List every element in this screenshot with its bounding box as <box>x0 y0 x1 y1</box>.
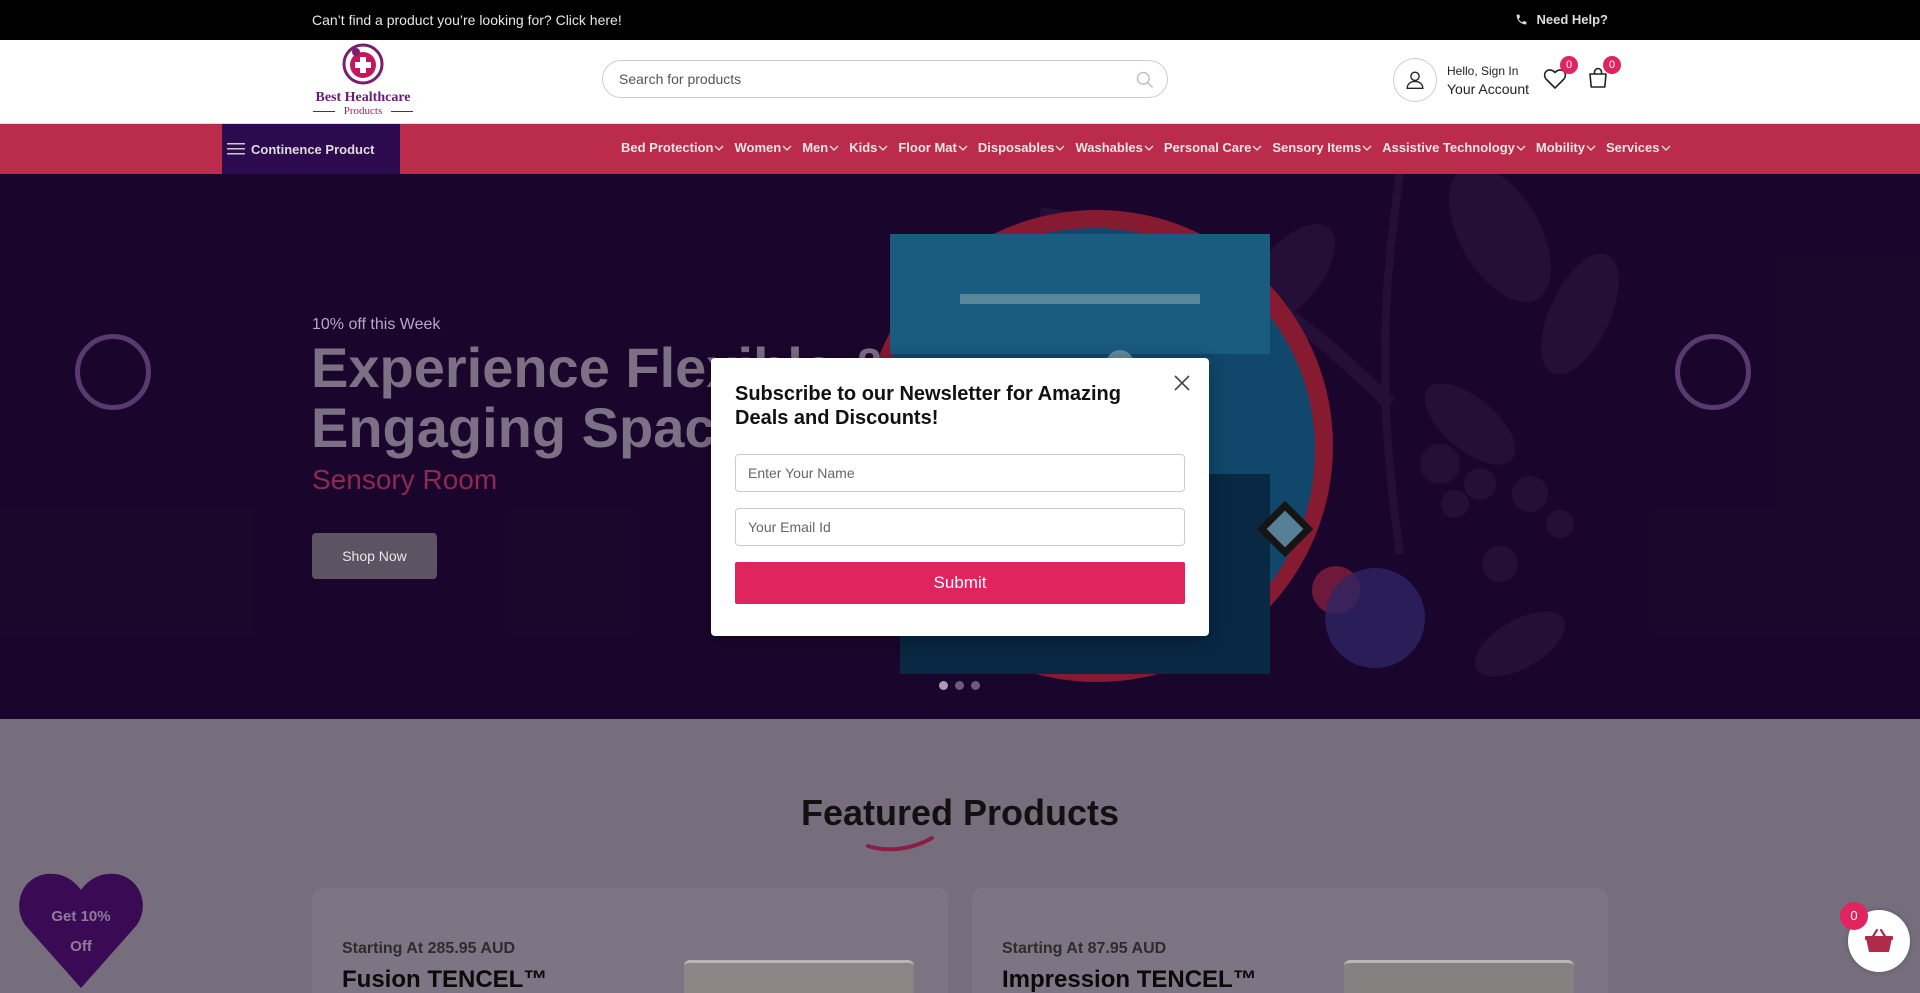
need-help-link[interactable]: Need Help? <box>1515 12 1608 27</box>
phone-icon <box>1517 14 1527 25</box>
title-underline-swoosh <box>866 836 934 852</box>
nav-item[interactable]: Assistive Technology <box>1382 140 1526 155</box>
main-nav: Continence Product Bed Protection Women Me… <box>0 124 1920 174</box>
nav-item-label: Washables <box>1075 140 1143 155</box>
nav-item-label: Women <box>734 140 782 155</box>
discount-line2: Off <box>70 938 92 955</box>
name-input[interactable] <box>735 454 1185 492</box>
logo-subtext: Products <box>311 105 415 117</box>
chevron-down-icon <box>958 145 968 151</box>
account-label: Your Account <box>1447 80 1529 97</box>
nav-item-label: Floor Mat <box>898 140 957 155</box>
nav-item-label: Services <box>1606 140 1660 155</box>
logo-text: Best Healthcare <box>315 90 411 105</box>
user-icon <box>1406 71 1424 89</box>
logo-mark-icon <box>342 43 384 85</box>
close-icon <box>1174 375 1190 391</box>
nav-item-label: Sensory Items <box>1272 140 1362 155</box>
prev-slide-button[interactable] <box>75 334 151 410</box>
product-price: Starting At 285.95 AUD <box>342 940 516 957</box>
top-bar-message-link[interactable]: Can’t find a product you’re looking for?… <box>312 12 622 28</box>
site-logo[interactable]: Best Healthcare Products <box>311 42 415 120</box>
chevron-down-icon <box>1144 145 1154 151</box>
product-card[interactable]: Starting At 285.95 AUD Fusion TENCEL™ <box>312 888 948 993</box>
chevron-down-icon <box>782 145 792 151</box>
search-icon[interactable] <box>1135 70 1155 90</box>
newsletter-modal: Subscribe to our Newsletter for Amazing … <box>711 358 1209 636</box>
shop-now-button[interactable]: Shop Now <box>312 533 437 579</box>
product-card[interactable]: Starting At 87.95 AUD Impression TENCEL™ <box>972 888 1608 993</box>
nav-item[interactable]: Bed Protection <box>621 140 724 155</box>
nav-item[interactable]: Women <box>734 140 792 155</box>
wishlist-count-badge: 0 <box>1560 56 1578 74</box>
nav-item-label: Men <box>802 140 829 155</box>
search-input[interactable] <box>619 71 1099 87</box>
product-price: Starting At 87.95 AUD <box>1002 940 1167 957</box>
nav-item-label: Disposables <box>977 140 1055 155</box>
nav-item-label: Mobility <box>1535 140 1585 155</box>
slider-dot[interactable] <box>971 681 980 690</box>
floating-cart-count: 0 <box>1840 902 1868 930</box>
user-avatar <box>1393 58 1437 102</box>
discount-text: Get 10% Off <box>18 902 144 962</box>
product-image <box>684 960 914 993</box>
chevron-down-icon <box>1661 145 1670 151</box>
site-header: Best Healthcare Products Hello, Sign In … <box>0 40 1920 124</box>
account-text: Hello, Sign In Your Account <box>1447 64 1529 97</box>
cart-count-badge: 0 <box>1603 56 1621 74</box>
top-bar: Can’t find a product you’re looking for?… <box>0 0 1920 40</box>
nav-item-label: Bed Protection <box>621 140 714 155</box>
modal-title: Subscribe to our Newsletter for Amazing … <box>735 383 1121 429</box>
nav-item[interactable]: Disposables <box>978 140 1066 155</box>
chevron-down-icon <box>1252 145 1262 151</box>
chevron-down-icon <box>1586 145 1596 151</box>
chevron-down-icon <box>715 145 724 151</box>
featured-products-title: Featured Products <box>800 792 1120 833</box>
nav-item[interactable]: Men <box>802 140 839 155</box>
cart-button[interactable]: 0 <box>1586 56 1621 95</box>
slider-dot[interactable] <box>939 681 948 690</box>
nav-item[interactable]: Services <box>1606 140 1671 155</box>
nav-item-label: Assistive Technology <box>1382 140 1515 155</box>
floating-cart-button[interactable]: 0 <box>1840 902 1910 972</box>
hero-subtitle: Sensory Room <box>312 464 498 495</box>
need-help-label: Need Help? <box>1536 12 1608 27</box>
nav-item[interactable]: Sensory Items <box>1272 140 1372 155</box>
nav-item[interactable]: Personal Care <box>1164 140 1262 155</box>
nav-item[interactable]: Mobility <box>1536 140 1596 155</box>
chevron-down-icon <box>878 145 888 151</box>
chevron-down-icon <box>829 145 839 151</box>
nav-menu: Bed Protection Women Men Kids Floor Mat Dispo… <box>621 140 1681 155</box>
nav-item[interactable]: Floor Mat <box>898 140 968 155</box>
search-bar <box>602 60 1168 98</box>
featured-section <box>0 719 1920 993</box>
email-input[interactable] <box>735 508 1185 546</box>
chevron-down-icon <box>1516 145 1526 151</box>
discount-line1: Get 10% <box>51 908 111 925</box>
close-modal-button[interactable] <box>1169 370 1195 396</box>
nav-item[interactable]: Kids <box>849 140 888 155</box>
product-image <box>1344 960 1574 993</box>
submit-button[interactable]: Submit <box>735 562 1185 604</box>
basket-icon <box>1865 928 1893 952</box>
next-slide-button[interactable] <box>1675 334 1751 410</box>
nav-item-label: Kids <box>849 140 878 155</box>
discount-heart-badge[interactable]: Get 10% Off <box>18 872 144 990</box>
wishlist-button[interactable]: 0 <box>1543 56 1578 95</box>
slider-dots <box>939 681 980 690</box>
slider-dot[interactable] <box>955 681 964 690</box>
nav-item[interactable]: Washables <box>1075 140 1154 155</box>
category-menu-label: Continence Product <box>251 141 375 157</box>
product-name: Fusion TENCEL™ <box>342 966 548 993</box>
product-name: Impression TENCEL™ <box>1002 966 1257 993</box>
hero-pretitle: 10% off this Week <box>312 316 441 333</box>
nav-item-label: Personal Care <box>1163 140 1252 155</box>
account-link[interactable]: Hello, Sign In Your Account <box>1393 58 1529 102</box>
account-greeting: Hello, Sign In <box>1447 63 1519 78</box>
category-menu-button[interactable]: Continence Product <box>222 124 400 174</box>
chevron-down-icon <box>1055 145 1065 151</box>
hamburger-icon <box>227 143 245 155</box>
chevron-down-icon <box>1362 145 1372 151</box>
